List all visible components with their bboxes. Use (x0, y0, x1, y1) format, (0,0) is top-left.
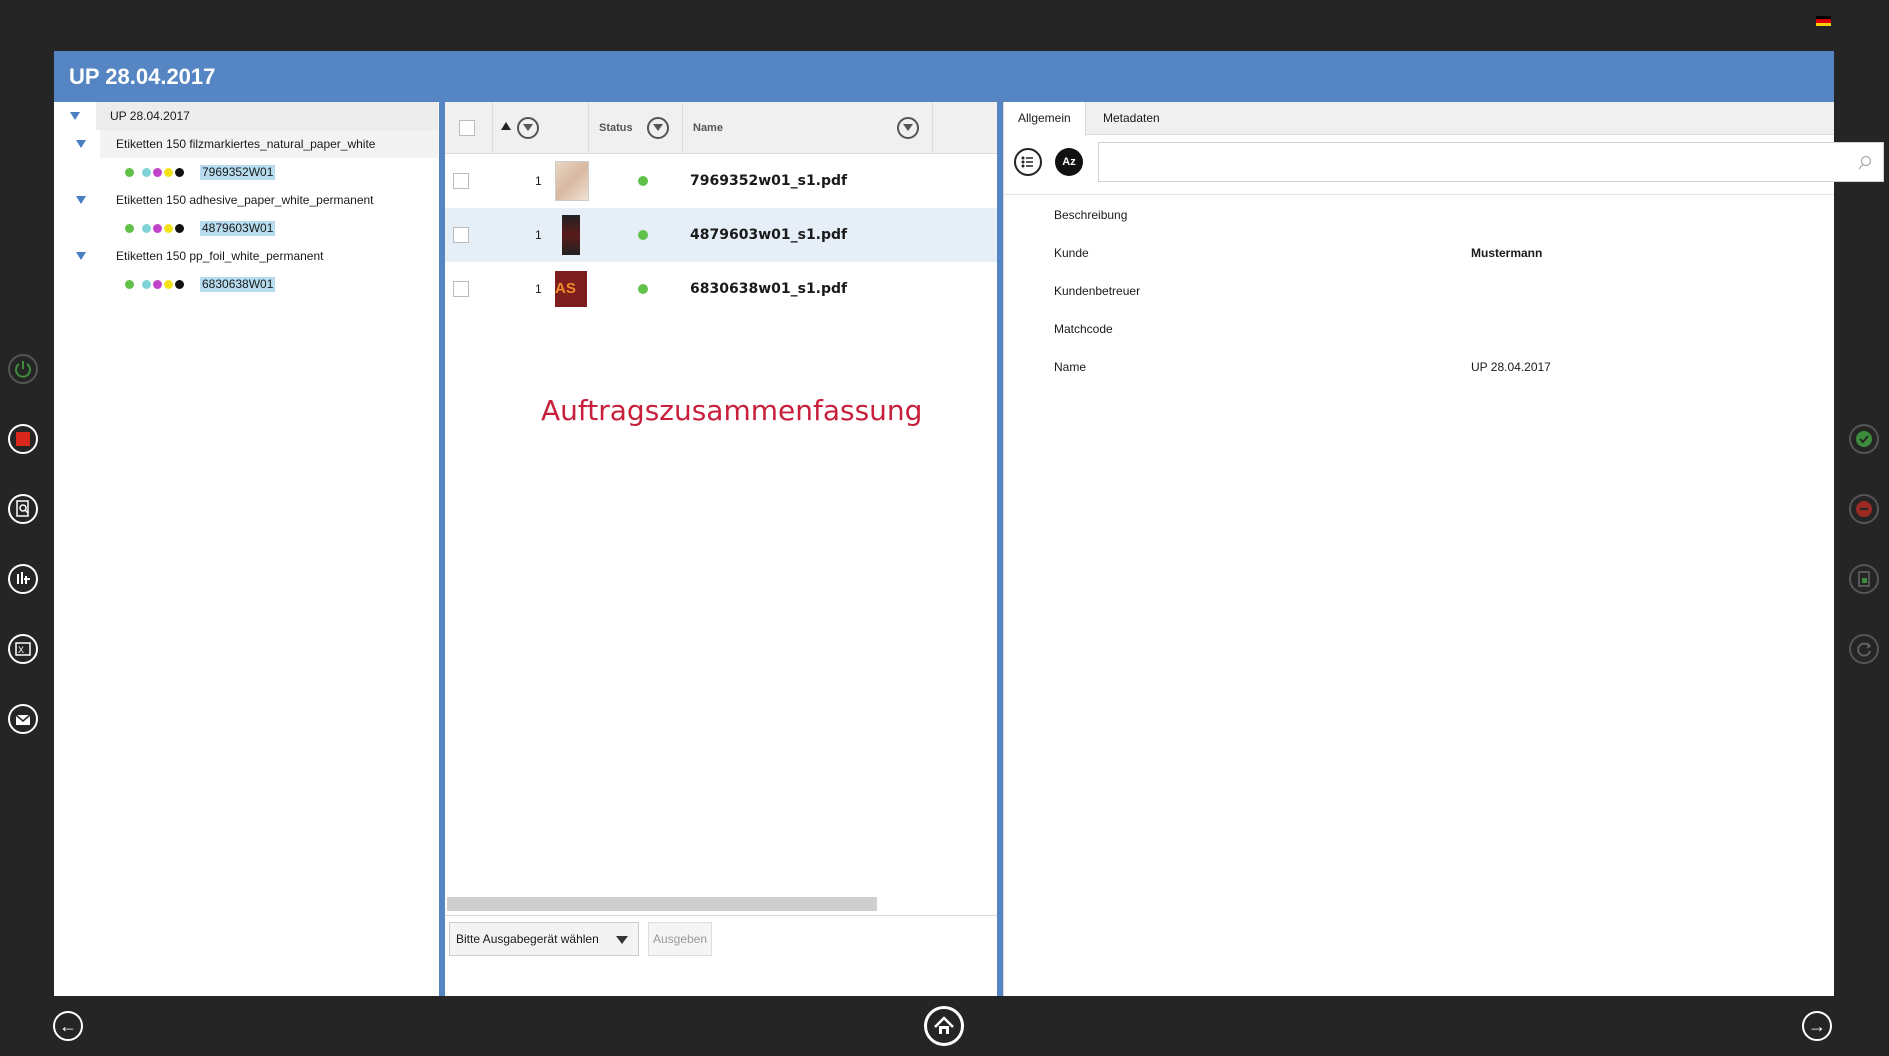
ink-dots (125, 168, 184, 177)
search-icon[interactable] (1857, 155, 1873, 171)
details-panel: Allgemein Metadaten Az Beschreibung Kund… (1003, 102, 1884, 996)
stop-icon[interactable] (8, 424, 38, 454)
job-id[interactable]: 4879603W01 (200, 221, 276, 236)
row-count: 1 (535, 282, 542, 296)
expand-arrow-icon[interactable] (76, 140, 86, 148)
preview-icon[interactable] (8, 494, 38, 524)
property-label: Kunde (1054, 246, 1089, 260)
table-row[interactable]: 1 4879603w01_s1.pdf (445, 208, 997, 262)
filter-icon[interactable] (517, 117, 539, 139)
tab-metadaten[interactable]: Metadaten (1089, 102, 1174, 135)
file-thumbnail (555, 161, 589, 201)
tree-group[interactable]: Etiketten 150 pp_foil_white_permanent (54, 242, 439, 270)
output-button[interactable]: Ausgeben (648, 922, 712, 956)
tree-group-label[interactable]: Etiketten 150 pp_foil_white_permanent (116, 242, 323, 270)
property-label: Matchcode (1054, 322, 1113, 336)
job-tree: UP 28.04.2017 Etiketten 150 filzmarkiert… (54, 102, 439, 996)
language-flag-icon[interactable] (1816, 16, 1831, 26)
ink-dots (125, 224, 184, 233)
select-all-cell (445, 102, 493, 154)
excel-icon[interactable]: X (8, 634, 38, 664)
tree-job[interactable]: 4879603W01 (54, 214, 439, 242)
status-header[interactable]: Status (589, 102, 683, 154)
ink-dots (125, 280, 184, 289)
forward-arrow-icon[interactable]: → (1802, 1011, 1832, 1041)
job-window: UP 28.04.2017 UP 28.04.2017 Etiketten 15… (54, 51, 1884, 996)
row-checkbox[interactable] (453, 227, 469, 243)
row-checkbox[interactable] (453, 281, 469, 297)
name-header-label: Name (693, 122, 723, 134)
expand-arrow-icon[interactable] (76, 252, 86, 260)
table-row[interactable]: 1 7969352w01_s1.pdf (445, 154, 997, 208)
cancel-icon[interactable] (1849, 494, 1879, 524)
file-name[interactable]: 6830638w01_s1.pdf (690, 281, 847, 297)
back-arrow-icon[interactable]: ← (53, 1011, 83, 1041)
output-device-select[interactable]: Bitte Ausgabegerät wählen (449, 922, 639, 956)
file-thumbnail (562, 215, 580, 255)
expand-arrow-icon[interactable] (70, 112, 80, 120)
property-label: Kundenbetreuer (1054, 284, 1141, 298)
sort-ascending-icon[interactable] (501, 122, 511, 130)
sort-az-label: Az (1062, 156, 1076, 168)
tree-group-label[interactable]: Etiketten 150 adhesive_paper_white_perma… (116, 186, 374, 214)
name-header[interactable]: Name (683, 102, 933, 154)
details-tabs: Allgemein Metadaten (1004, 102, 1834, 136)
property-value[interactable]: UP 28.04.2017 (1471, 360, 1551, 374)
tree-group[interactable]: Etiketten 150 filzmarkiertes_natural_pap… (54, 130, 439, 158)
output-bar: Bitte Ausgabegerät wählen Ausgeben (445, 915, 997, 996)
job-id[interactable]: 6830638W01 (200, 277, 276, 292)
status-ok-icon (638, 176, 648, 186)
thumbnail-text: AS (555, 280, 576, 297)
tab-allgemein[interactable]: Allgemein (1004, 102, 1086, 136)
property-value[interactable]: Mustermann (1471, 246, 1542, 260)
summary-label[interactable]: Auftragszusammenfassung (541, 394, 922, 427)
file-thumbnail: AS (555, 271, 587, 307)
equalizer-icon[interactable] (8, 564, 38, 594)
row-checkbox[interactable] (453, 173, 469, 189)
mail-icon[interactable] (8, 704, 38, 734)
row-count: 1 (535, 228, 542, 242)
horizontal-scrollbar[interactable] (447, 897, 877, 911)
status-ok-icon (638, 230, 648, 240)
refresh-icon[interactable] (1849, 634, 1879, 664)
sort-cell[interactable] (493, 102, 589, 154)
document-icon[interactable] (1849, 564, 1879, 594)
power-icon[interactable] (8, 354, 38, 384)
svg-text:X: X (18, 645, 24, 655)
dropdown-arrow-icon[interactable] (616, 936, 628, 944)
job-id[interactable]: 7969352W01 (200, 165, 276, 180)
tree-root[interactable]: UP 28.04.2017 (54, 102, 439, 130)
tree-group-label[interactable]: Etiketten 150 filzmarkiertes_natural_pap… (100, 130, 438, 158)
filter-icon[interactable] (897, 117, 919, 139)
tree-group[interactable]: Etiketten 150 adhesive_paper_white_perma… (54, 186, 439, 214)
window-title: UP 28.04.2017 (54, 51, 1834, 102)
file-name[interactable]: 4879603w01_s1.pdf (690, 227, 847, 243)
property-label: Name (1054, 360, 1087, 374)
row-count: 1 (535, 174, 542, 188)
search-input[interactable] (1098, 142, 1884, 182)
file-name[interactable]: 7969352w01_s1.pdf (690, 173, 847, 189)
confirm-icon[interactable] (1849, 424, 1879, 454)
file-grid: Status Name 1 7969352w01_s1.pdf 1 487960… (445, 102, 997, 996)
expand-arrow-icon[interactable] (76, 196, 86, 204)
table-row[interactable]: 1 AS 6830638w01_s1.pdf (445, 262, 997, 316)
output-device-label: Bitte Ausgabegerät wählen (456, 932, 599, 946)
property-label: Beschreibung (1054, 208, 1128, 222)
sort-az-icon[interactable]: Az (1055, 148, 1083, 176)
list-view-icon[interactable] (1014, 148, 1042, 176)
status-header-label: Status (599, 122, 633, 134)
tree-job[interactable]: 6830638W01 (54, 270, 439, 298)
properties-list: Beschreibung Kunde Mustermann Kundenbetr… (1004, 194, 1834, 374)
tree-root-label[interactable]: UP 28.04.2017 (96, 102, 438, 130)
filter-icon[interactable] (647, 117, 669, 139)
grid-header: Status Name (445, 102, 997, 154)
status-ok-icon (638, 284, 648, 294)
tree-job[interactable]: 7969352W01 (54, 158, 439, 186)
select-all-checkbox[interactable] (459, 120, 475, 136)
home-icon[interactable] (924, 1006, 964, 1046)
